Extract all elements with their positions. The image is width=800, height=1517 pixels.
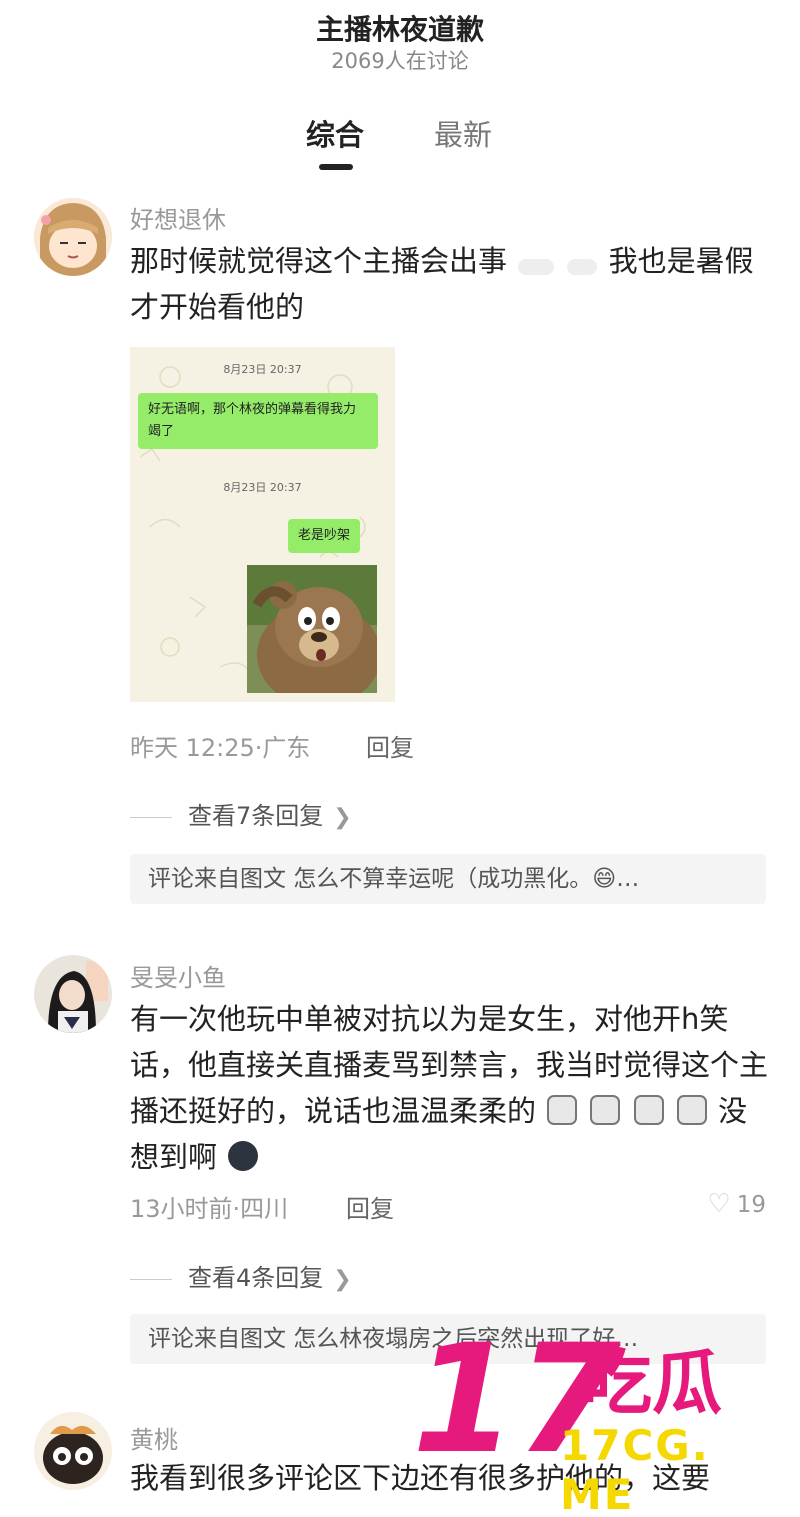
comment-text-part: 有一次他玩中单被对抗以为是女生，对他开h笑话，他直接关直播麦骂到禁言，我当时觉得… bbox=[130, 1002, 769, 1128]
tab-active-indicator bbox=[319, 164, 353, 170]
comment-username[interactable]: 好想退休 bbox=[130, 200, 226, 235]
view-replies-button[interactable]: 查看4条回复 ❯ bbox=[130, 1258, 352, 1293]
discussion-count: 2069人在讨论 bbox=[331, 49, 469, 73]
comment-username[interactable]: 黄桃 bbox=[130, 1420, 178, 1455]
reply-button[interactable]: 回复 bbox=[366, 728, 414, 763]
watermark-url: 17CG. ME bbox=[560, 1421, 710, 1517]
tab-comprehensive[interactable]: 综合 bbox=[306, 112, 364, 154]
shocked-emoji-icon bbox=[228, 1141, 259, 1171]
chat-timestamp: 8月23日 20:37 bbox=[223, 481, 302, 494]
chat-timestamp: 8月23日 20:37 bbox=[223, 363, 302, 376]
chat-bubble: 好无语啊，那个林夜的弹幕看得我力竭了 bbox=[138, 393, 378, 449]
divider-line bbox=[130, 816, 172, 818]
crying-emoji-icon bbox=[547, 1095, 578, 1125]
view-replies-label: 查看7条回复 bbox=[188, 802, 324, 830]
chevron-right-icon: ❯ bbox=[333, 1267, 352, 1292]
like-count: 19 bbox=[736, 1192, 766, 1218]
reply-button[interactable]: 回复 bbox=[346, 1189, 394, 1224]
watermark-chinese: 吃瓜 bbox=[582, 1342, 722, 1424]
avatar[interactable] bbox=[34, 955, 112, 1033]
crying-emoji-icon bbox=[633, 1095, 664, 1125]
tab-latest[interactable]: 最新 bbox=[434, 112, 492, 154]
tab-bar: 综合 最新 bbox=[0, 112, 800, 172]
avatar[interactable] bbox=[34, 1412, 112, 1490]
divider-line bbox=[130, 1278, 172, 1280]
avatar[interactable] bbox=[34, 198, 112, 276]
bear-sticker bbox=[247, 565, 377, 693]
heart-icon: ♡ bbox=[707, 1189, 731, 1219]
speechless-emoji-icon bbox=[567, 259, 598, 275]
comment-text: 那时候就觉得这个主播会出事 我也是暑假才开始看他的 bbox=[130, 238, 770, 330]
comment-meta: 昨天 12:25·广东 bbox=[130, 734, 311, 762]
page-title: 主播林夜道歉 bbox=[315, 13, 484, 46]
chat-bubble: 老是吵架 bbox=[288, 519, 361, 553]
comment-text: 有一次他玩中单被对抗以为是女生，对他开h笑话，他直接关直播麦骂到禁言，我当时觉得… bbox=[130, 996, 770, 1180]
chevron-right-icon: ❯ bbox=[333, 805, 352, 830]
view-replies-button[interactable]: 查看7条回复 ❯ bbox=[130, 796, 352, 831]
crying-emoji-icon bbox=[590, 1095, 621, 1125]
comment-username[interactable]: 旻旻小鱼 bbox=[130, 958, 226, 993]
topic-header: 主播林夜道歉 2069人在讨论 综合 最新 bbox=[0, 0, 800, 200]
like-button[interactable]: ♡ 19 bbox=[707, 1189, 766, 1219]
comment-meta: 13小时前·四川 bbox=[130, 1195, 289, 1223]
comment-text-part: 那时候就觉得这个主播会出事 bbox=[130, 244, 508, 278]
speechless-emoji-icon bbox=[518, 259, 555, 275]
site-watermark: 17 吃瓜 17CG. ME bbox=[412, 1325, 792, 1517]
view-replies-label: 查看4条回复 bbox=[188, 1264, 324, 1292]
comment-source[interactable]: 评论来自图文 怎么不算幸运呢（成功黑化。😄… bbox=[130, 854, 766, 904]
crying-emoji-icon bbox=[676, 1095, 707, 1125]
comment-image[interactable]: 8月23日 20:37 好无语啊，那个林夜的弹幕看得我力竭了 8月23日 20:… bbox=[130, 347, 395, 702]
